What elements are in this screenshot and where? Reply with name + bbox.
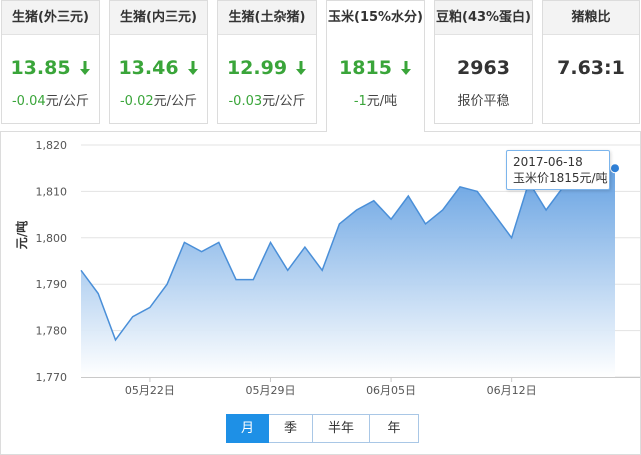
y-tick-label: 1,790 [36,278,68,291]
y-axis-label: 元/吨 [14,221,29,249]
card-pig-waisanyuan[interactable]: 生猪(外三元) 13.85 -0.04元/公斤 [1,0,100,124]
period-year-button[interactable]: 年 [370,414,419,443]
card-pig-tuzazhu[interactable]: 生猪(土杂猪) 12.99 -0.03元/公斤 [217,0,317,124]
card-change: 报价平稳 [457,94,510,109]
card-value: 1815 [327,57,424,83]
period-month-button[interactable]: 月 [226,414,269,443]
x-tick-label: 05月29日 [245,384,295,397]
card-corn[interactable]: 玉米(15%水分) 1815 -1元/吨 [326,0,425,132]
area-series [80,162,620,377]
card-title: 豆粕(43%蛋白) [435,1,532,35]
price-cards: 生猪(外三元) 13.85 -0.04元/公斤 生猪(内三元) 13.46 -0… [0,0,641,132]
y-tick-label: 1,820 [36,139,68,152]
area-fill [81,163,615,377]
arrow-down-icon [79,61,90,75]
chart-tooltip: 2017-06-18 玉米价1815元/吨 [506,150,610,190]
card-title: 生猪(外三元) [2,1,99,35]
card-soybean-meal[interactable]: 豆粕(43%蛋白) 2963 报价平稳 [434,0,533,124]
y-tick-label: 1,800 [36,232,68,245]
card-title: 猪粮比 [543,1,639,35]
arrow-down-icon [296,61,307,75]
card-value: 12.99 [218,57,316,83]
card-value: 13.85 [2,57,99,83]
card-title: 生猪(内三元) [110,1,207,35]
tooltip-value: 玉米价1815元/吨 [513,171,608,185]
card-value: 2963 [457,57,510,79]
card-title: 玉米(15%水分) [327,1,424,35]
arrow-down-icon [400,61,411,75]
card-change: -0.02元/公斤 [119,94,198,109]
x-tick-label: 05月22日 [125,384,175,397]
period-selector: 月 季 半年 年 [226,414,419,443]
arrow-down-icon [187,61,198,75]
y-tick-label: 1,780 [36,325,68,338]
y-tick-label: 1,770 [36,371,68,384]
x-tick-label: 06月05日 [366,384,416,397]
period-halfyear-button[interactable]: 半年 [313,414,370,443]
card-pig-neisanyuan[interactable]: 生猪(内三元) 13.46 -0.02元/公斤 [109,0,208,124]
tooltip-date: 2017-06-18 [513,155,583,169]
card-title: 生猪(土杂猪) [218,1,316,35]
card-value: 7.63:1 [557,57,625,79]
card-change: -0.03元/公斤 [228,94,306,109]
card-value: 13.46 [110,57,207,83]
highlight-point [610,163,620,174]
card-change: -1元/吨 [353,94,398,109]
period-quarter-button[interactable]: 季 [269,414,313,443]
x-tick-label: 06月12日 [487,384,537,397]
card-change: -0.04元/公斤 [11,94,90,109]
card-pig-grain-ratio[interactable]: 猪粮比 7.63:1 [542,0,640,124]
y-tick-label: 1,810 [36,185,68,198]
